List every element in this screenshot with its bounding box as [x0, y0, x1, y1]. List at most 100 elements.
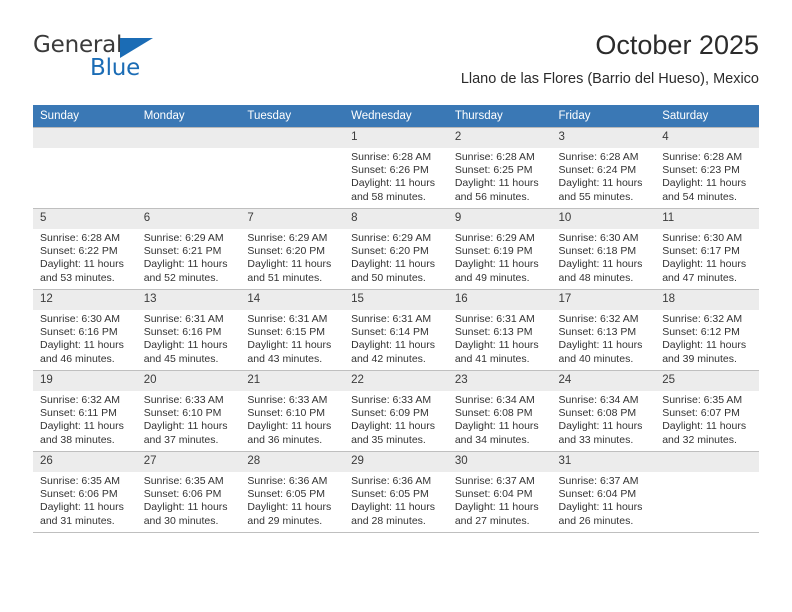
calendar-day-cell[interactable]: 21 Sunrise: 6:33 AM Sunset: 6:10 PM Dayligh… — [240, 370, 345, 452]
sunset-text: Sunset: 6:24 PM — [558, 164, 637, 177]
sunset-text: Sunset: 6:25 PM — [454, 164, 533, 177]
page-subtitle: Llano de las Flores (Barrio del Hueso), … — [460, 71, 759, 87]
sunset-text: Sunset: 6:19 PM — [454, 245, 533, 258]
daylight-text-line2: and 38 minutes. — [40, 433, 115, 446]
daylight-text-line1: Daylight: 11 hours — [351, 339, 435, 352]
calendar-day-cell[interactable]: 20 Sunrise: 6:33 AM Sunset: 6:10 PM Dayligh… — [136, 370, 241, 452]
calendar-day-cell[interactable]: 7 Sunrise: 6:29 AM Sunset: 6:20 PM Daylight… — [240, 208, 345, 290]
calendar-day-cell[interactable]: 26 Sunrise: 6:35 AM Sunset: 6:06 PM Dayligh… — [33, 451, 137, 533]
calendar-day-cell-empty — [240, 127, 345, 209]
sunset-text: Sunset: 6:06 PM — [40, 488, 118, 501]
sunrise-text: Sunrise: 6:28 AM — [40, 232, 120, 244]
calendar-day-cell-empty — [136, 127, 241, 209]
sunrise-text: Sunrise: 6:34 AM — [558, 394, 639, 406]
sunrise-text: Sunrise: 6:28 AM — [662, 151, 743, 163]
daylight-text-line1: Daylight: 11 hours — [558, 501, 643, 514]
calendar-day-cell[interactable]: 14 Sunrise: 6:31 AM Sunset: 6:15 PM Dayligh… — [240, 289, 345, 371]
calendar-day-cell[interactable]: 24 Sunrise: 6:34 AM Sunset: 6:08 PM Dayligh… — [551, 370, 656, 452]
calendar-day-cell[interactable]: 16 Sunrise: 6:31 AM Sunset: 6:13 PM Dayligh… — [447, 289, 552, 371]
calendar-day-cell[interactable]: 4 Sunrise: 6:28 AM Sunset: 6:23 PM Daylight… — [655, 127, 759, 209]
weekday-header-wednesday: Wednesday — [344, 105, 448, 128]
daylight-text-line2: and 27 minutes. — [454, 514, 530, 527]
day-details: Sunrise: 6:31 AM Sunset: 6:14 PM Daylight:… — [344, 310, 448, 366]
sunrise-text: Sunrise: 6:37 AM — [454, 475, 535, 487]
calendar-day-cell[interactable]: 11 Sunrise: 6:30 AM Sunset: 6:17 PM Dayligh… — [655, 208, 759, 290]
daylight-text-line2: and 37 minutes. — [143, 433, 219, 446]
calendar-day-cell[interactable]: 18 Sunrise: 6:32 AM Sunset: 6:12 PM Dayligh… — [655, 289, 759, 371]
day-number: 14 — [240, 290, 345, 310]
day-details: Sunrise: 6:28 AM Sunset: 6:23 PM Daylight:… — [655, 148, 759, 204]
calendar-day-cell[interactable]: 27 Sunrise: 6:35 AM Sunset: 6:06 PM Dayligh… — [136, 451, 241, 533]
sunrise-text: Sunrise: 6:29 AM — [351, 232, 432, 244]
sunset-text: Sunset: 6:17 PM — [662, 245, 740, 258]
calendar-day-cell[interactable]: 10 Sunrise: 6:30 AM Sunset: 6:18 PM Dayligh… — [551, 208, 656, 290]
daylight-text-line2: and 56 minutes. — [454, 190, 530, 203]
calendar-day-cell[interactable]: 15 Sunrise: 6:31 AM Sunset: 6:14 PM Dayligh… — [344, 289, 448, 371]
calendar-day-cell[interactable]: 28 Sunrise: 6:36 AM Sunset: 6:05 PM Dayligh… — [240, 451, 345, 533]
sunset-text: Sunset: 6:15 PM — [247, 326, 326, 339]
day-details: Sunrise: 6:30 AM Sunset: 6:17 PM Daylight:… — [655, 229, 759, 285]
sunrise-text: Sunrise: 6:33 AM — [247, 394, 328, 406]
calendar-day-cell[interactable]: 12 Sunrise: 6:30 AM Sunset: 6:16 PM Dayligh… — [33, 289, 137, 371]
daylight-text-line2: and 28 minutes. — [351, 514, 426, 527]
day-number: 5 — [33, 209, 137, 229]
sunset-text: Sunset: 6:20 PM — [351, 245, 429, 258]
day-number: 25 — [655, 371, 759, 391]
day-number — [655, 452, 759, 472]
day-details: Sunrise: 6:35 AM Sunset: 6:06 PM Daylight:… — [33, 472, 137, 528]
daylight-text-line2: and 35 minutes. — [351, 433, 426, 446]
calendar-day-cell[interactable]: 5 Sunrise: 6:28 AM Sunset: 6:22 PM Daylight… — [33, 208, 137, 290]
daylight-text-line2: and 33 minutes. — [558, 433, 634, 446]
daylight-text-line1: Daylight: 11 hours — [247, 339, 332, 352]
calendar-day-cell[interactable]: 13 Sunrise: 6:31 AM Sunset: 6:16 PM Dayligh… — [136, 289, 241, 371]
calendar-day-cell[interactable]: 6 Sunrise: 6:29 AM Sunset: 6:21 PM Daylight… — [136, 208, 241, 290]
daylight-text-line1: Daylight: 11 hours — [351, 177, 435, 190]
calendar-day-cell[interactable]: 2 Sunrise: 6:28 AM Sunset: 6:25 PM Daylight… — [447, 127, 552, 209]
calendar-day-cell[interactable]: 9 Sunrise: 6:29 AM Sunset: 6:19 PM Daylight… — [447, 208, 552, 290]
calendar-day-cell[interactable]: 3 Sunrise: 6:28 AM Sunset: 6:24 PM Daylight… — [551, 127, 656, 209]
daylight-text-line2: and 31 minutes. — [40, 514, 115, 527]
sunrise-text: Sunrise: 6:28 AM — [558, 151, 639, 163]
daylight-text-line2: and 54 minutes. — [662, 190, 737, 203]
calendar-day-cell[interactable]: 29 Sunrise: 6:36 AM Sunset: 6:05 PM Dayligh… — [344, 451, 448, 533]
page-header: General Blue October 2025 Llano de las F… — [33, 28, 759, 96]
daylight-text-line2: and 41 minutes. — [454, 352, 530, 365]
day-details: Sunrise: 6:31 AM Sunset: 6:15 PM Daylight:… — [240, 310, 344, 366]
sunset-text: Sunset: 6:21 PM — [143, 245, 222, 258]
calendar-day-cell[interactable]: 1 Sunrise: 6:28 AM Sunset: 6:26 PM Daylight… — [344, 127, 448, 209]
calendar-day-cell-empty — [655, 451, 759, 533]
sunrise-text: Sunrise: 6:34 AM — [454, 394, 535, 406]
sunset-text: Sunset: 6:04 PM — [558, 488, 637, 501]
daylight-text-line2: and 58 minutes. — [351, 190, 426, 203]
calendar-day-cell[interactable]: 17 Sunrise: 6:32 AM Sunset: 6:13 PM Dayligh… — [551, 289, 656, 371]
day-number: 24 — [551, 371, 656, 391]
daylight-text-line2: and 45 minutes. — [143, 352, 219, 365]
sunset-text: Sunset: 6:13 PM — [454, 326, 533, 339]
day-details: Sunrise: 6:36 AM Sunset: 6:05 PM Daylight:… — [240, 472, 344, 528]
sunrise-text: Sunrise: 6:31 AM — [247, 313, 328, 325]
calendar-day-cell[interactable]: 31 Sunrise: 6:37 AM Sunset: 6:04 PM Dayligh… — [551, 451, 656, 533]
sunset-text: Sunset: 6:16 PM — [143, 326, 222, 339]
calendar-day-cell[interactable]: 8 Sunrise: 6:29 AM Sunset: 6:20 PM Daylight… — [344, 208, 448, 290]
calendar-day-cell[interactable]: 23 Sunrise: 6:34 AM Sunset: 6:08 PM Dayligh… — [447, 370, 552, 452]
day-number — [33, 128, 137, 148]
brand-logo[interactable]: General Blue — [33, 32, 233, 90]
daylight-text-line2: and 42 minutes. — [351, 352, 426, 365]
day-number: 15 — [344, 290, 448, 310]
sunset-text: Sunset: 6:07 PM — [662, 407, 740, 420]
day-number: 18 — [655, 290, 759, 310]
day-number: 12 — [33, 290, 137, 310]
calendar-day-cell[interactable]: 30 Sunrise: 6:37 AM Sunset: 6:04 PM Dayligh… — [447, 451, 552, 533]
sunset-text: Sunset: 6:04 PM — [454, 488, 533, 501]
sunrise-text: Sunrise: 6:36 AM — [351, 475, 432, 487]
daylight-text-line1: Daylight: 11 hours — [247, 420, 332, 433]
calendar-day-cell[interactable]: 25 Sunrise: 6:35 AM Sunset: 6:07 PM Dayligh… — [655, 370, 759, 452]
daylight-text-line1: Daylight: 11 hours — [558, 258, 643, 271]
sunset-text: Sunset: 6:05 PM — [351, 488, 429, 501]
day-number: 19 — [33, 371, 137, 391]
calendar-day-cell[interactable]: 22 Sunrise: 6:33 AM Sunset: 6:09 PM Dayligh… — [344, 370, 448, 452]
sunset-text: Sunset: 6:05 PM — [247, 488, 326, 501]
calendar-day-cell[interactable]: 19 Sunrise: 6:32 AM Sunset: 6:11 PM Dayligh… — [33, 370, 137, 452]
day-details: Sunrise: 6:37 AM Sunset: 6:04 PM Daylight:… — [448, 472, 552, 528]
weekday-header-saturday: Saturday — [655, 105, 759, 128]
